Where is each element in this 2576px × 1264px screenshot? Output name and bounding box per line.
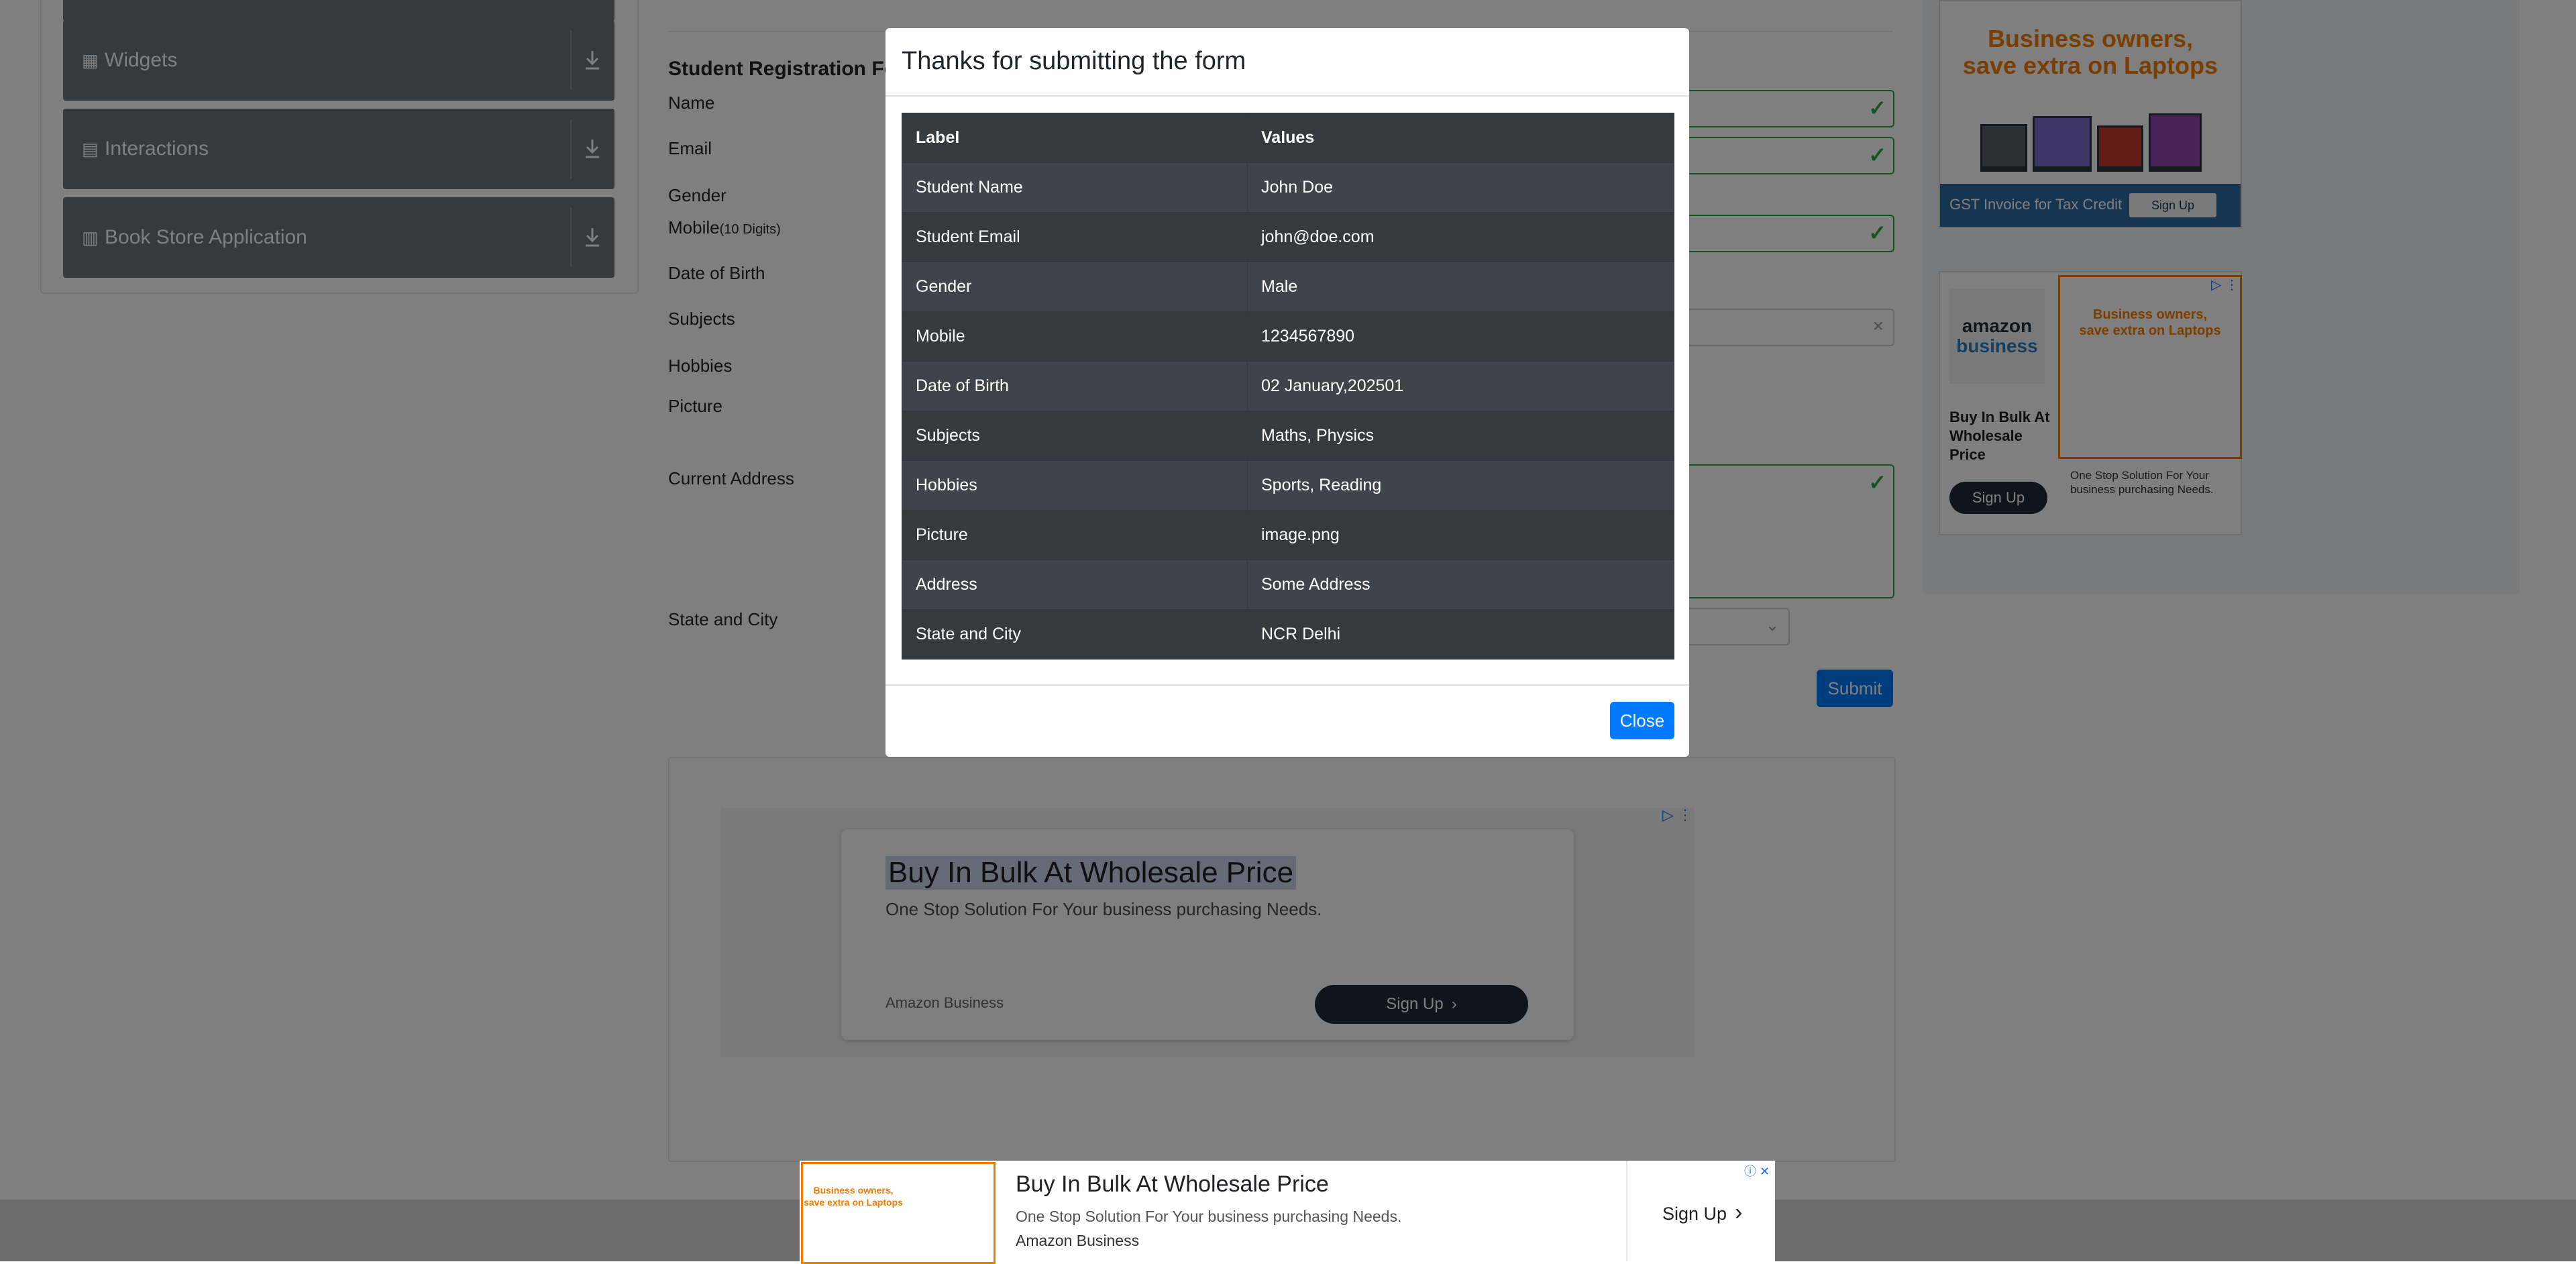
- table-cell-value: Maths, Physics: [1247, 411, 1674, 461]
- table-cell-value: John Doe: [1247, 162, 1674, 213]
- table-cell-label: Picture: [902, 510, 1248, 560]
- table-row: Mobile 1234567890: [902, 311, 1674, 362]
- table-cell-label: Gender: [902, 262, 1248, 312]
- table-cell-label: Subjects: [902, 411, 1248, 461]
- table-cell-value: Sports, Reading: [1247, 460, 1674, 511]
- bottom-ad-image-headline: Business owners, save extra on Laptops: [804, 1185, 903, 1208]
- bottom-ad-image[interactable]: Business owners, save extra on Laptops: [801, 1162, 996, 1264]
- table-cell-value: john@doe.com: [1247, 212, 1674, 262]
- table-cell-label: State and City: [902, 609, 1248, 660]
- table-row: Student Email john@doe.com: [902, 212, 1674, 262]
- bottom-ad-brand: Amazon Business: [1016, 1232, 1140, 1249]
- table-cell-value: NCR Delhi: [1247, 609, 1674, 660]
- results-table: Label Values Student Name John Doe Studen…: [902, 113, 1674, 660]
- modal-title: Thanks for submitting the form: [902, 47, 1246, 75]
- bottom-ad-subtitle: One Stop Solution For Your business purc…: [1016, 1208, 1402, 1225]
- column-header: Values: [1247, 113, 1674, 163]
- table-row: State and City NCR Delhi: [902, 609, 1674, 660]
- table-row: Date of Birth 02 January,202501: [902, 361, 1674, 411]
- table-row: Address Some Address: [902, 560, 1674, 610]
- table-cell-label: Date of Birth: [902, 361, 1248, 411]
- table-cell-label: Mobile: [902, 311, 1248, 362]
- table-cell-value: Some Address: [1247, 560, 1674, 610]
- close-button[interactable]: Close: [1610, 702, 1674, 739]
- table-cell-label: Student Name: [902, 162, 1248, 213]
- table-row: Hobbies Sports, Reading: [902, 460, 1674, 511]
- table-header-row: Label Values: [902, 113, 1674, 163]
- table-cell-value: 02 January,202501: [1247, 361, 1674, 411]
- table-cell-label: Hobbies: [902, 460, 1248, 511]
- table-row: Gender Male: [902, 262, 1674, 312]
- table-row: Picture image.png: [902, 510, 1674, 560]
- table-cell-label: Student Email: [902, 212, 1248, 262]
- divider: [885, 684, 1689, 686]
- bottom-ad-signup-button[interactable]: Sign Up ›: [1662, 1200, 1742, 1226]
- divider: [1626, 1161, 1627, 1261]
- divider: [885, 95, 1689, 97]
- column-header: Label: [902, 113, 1248, 163]
- table-cell-value: 1234567890: [1247, 311, 1674, 362]
- table-row: Student Name John Doe: [902, 162, 1674, 213]
- table-cell-value: Male: [1247, 262, 1674, 312]
- ad-close-icon[interactable]: ⓘ ✕: [1744, 1162, 1770, 1179]
- table-cell-value: image.png: [1247, 510, 1674, 560]
- bottom-ad-title[interactable]: Buy In Bulk At Wholesale Price: [1016, 1171, 1329, 1198]
- table-cell-label: Address: [902, 560, 1248, 610]
- chevron-right-icon: ›: [1735, 1200, 1743, 1225]
- table-row: Subjects Maths, Physics: [902, 411, 1674, 461]
- submission-modal: Thanks for submitting the form Label Val…: [885, 28, 1689, 757]
